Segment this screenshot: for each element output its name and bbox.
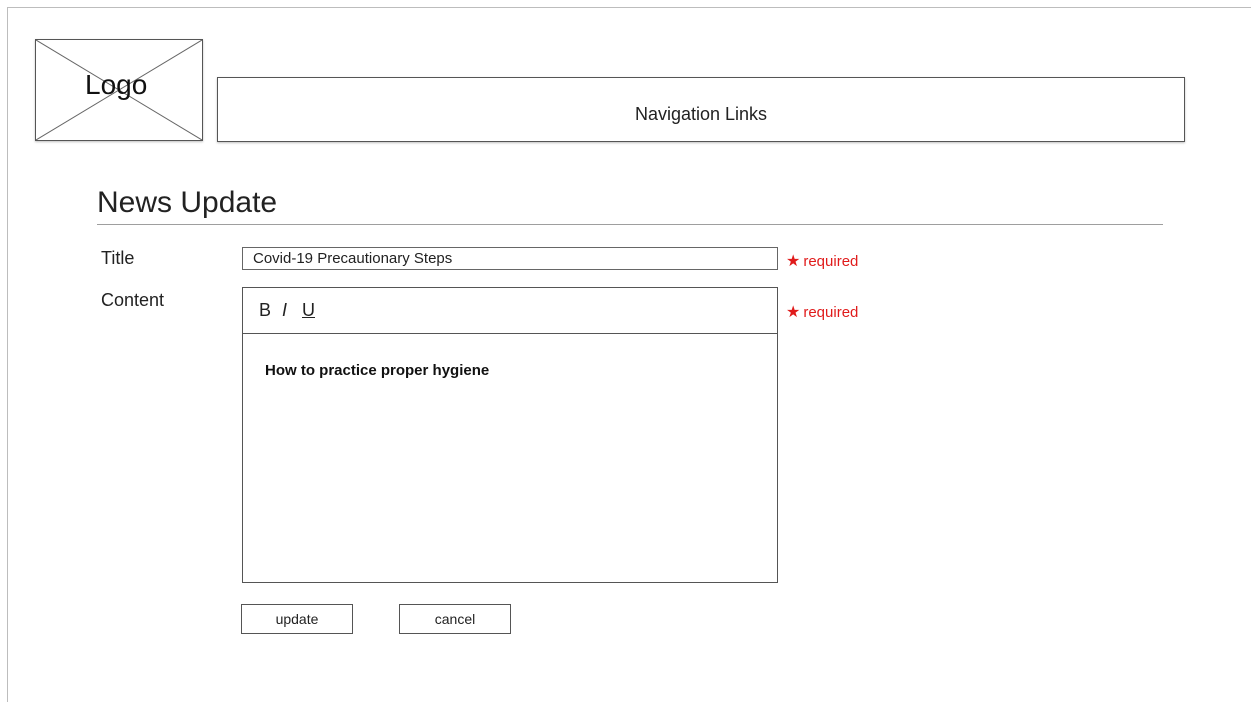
underline-button[interactable]: U	[302, 300, 315, 321]
title-label: Title	[101, 248, 135, 268]
navigation-bar[interactable]: Navigation Links	[217, 77, 1185, 142]
title-required-text: required	[803, 253, 859, 270]
content-label: Content	[101, 290, 165, 310]
asterisk-icon: ★	[786, 304, 801, 321]
navigation-links[interactable]: Navigation Links	[218, 104, 1184, 125]
bold-button[interactable]: B	[259, 300, 271, 321]
content-required-indicator: ★ required	[786, 302, 858, 322]
logo-text: Logo	[85, 69, 148, 100]
content-required-text: required	[803, 304, 859, 321]
logo-placeholder: Logo	[35, 39, 203, 141]
page-title: News Update	[97, 186, 278, 219]
cancel-button[interactable]: cancel	[399, 604, 511, 634]
editor-content-text[interactable]: How to practice proper hygiene	[265, 362, 489, 379]
asterisk-icon: ★	[786, 253, 801, 270]
title-required-indicator: ★ required	[786, 251, 858, 271]
title-divider	[97, 224, 1163, 225]
italic-button[interactable]: I	[282, 300, 287, 321]
editor-toolbar: B I U	[243, 288, 777, 334]
content-editor[interactable]: B I U How to practice proper hygiene	[242, 287, 778, 583]
title-input[interactable]	[242, 247, 778, 270]
update-button[interactable]: update	[241, 604, 353, 634]
